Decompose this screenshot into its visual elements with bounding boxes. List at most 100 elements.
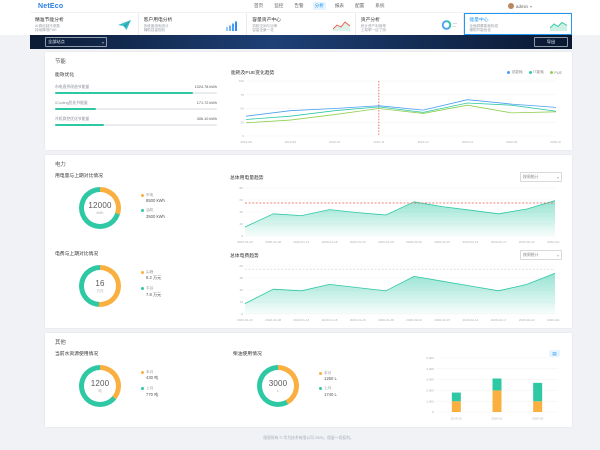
svg-text:2020-02-12: 2020-02-12	[463, 318, 479, 322]
donut-legend-item: 本月430 吨	[141, 370, 158, 382]
card-subtitle: 容量全景一览	[252, 28, 281, 32]
svg-text:2020-02-17: 2020-02-17	[491, 318, 507, 322]
svg-text:50: 50	[241, 107, 245, 111]
energy-optimization-panel: 能效优化 市电直供改造节能量1024.78 kWhiCooling优化节能量17…	[55, 69, 217, 145]
feature-cards: 精准节能分析AI调优制冷参数持续降低PUE客户用电分析多维度用电统计辅助容量规划…	[30, 12, 572, 35]
svg-text:3,000: 3,000	[426, 378, 434, 382]
energy-trend-chart: 02550751002019-082019-092019-102019-1120…	[231, 77, 562, 145]
power-usage-chart: 0204060802020-01-032020-01-082020-01-132…	[230, 183, 562, 245]
donut-value: 3000	[269, 379, 288, 388]
svg-text:60: 60	[240, 198, 244, 202]
donut-legend-item: 上月1740 L	[319, 386, 337, 397]
section-energy-title: 节能	[55, 57, 562, 65]
bar-value: 1024.78 kWh	[195, 85, 217, 90]
svg-text:2019-12: 2019-12	[417, 140, 429, 144]
nav-item-5[interactable]: 配置	[353, 2, 366, 10]
svg-text:2020-02: 2020-02	[532, 417, 544, 421]
user-avatar-icon	[508, 3, 514, 9]
mini-area-teal-icon	[550, 18, 567, 31]
legend-item[interactable]: 总能耗	[507, 70, 523, 75]
user-menu[interactable]: admin ▾	[508, 3, 532, 9]
nav-item-1[interactable]: 监控	[272, 2, 285, 10]
svg-text:2020-01-08: 2020-01-08	[265, 240, 281, 244]
legend-item[interactable]: IT能耗	[529, 70, 544, 75]
donut-legend: 本月430 吨上月770 吨	[141, 370, 158, 403]
nav-item-4[interactable]: 报表	[333, 2, 346, 10]
svg-text:2020-02-12: 2020-02-12	[463, 240, 479, 244]
site-select-value: 全部站点	[48, 39, 65, 45]
donut-legend: 市电8500 kWh油机3500 kWh	[141, 193, 165, 224]
svg-text:75: 75	[241, 93, 245, 97]
donut-value: 16	[95, 279, 104, 288]
mini-area-red-icon	[333, 18, 350, 31]
bar-chart-icon	[224, 18, 241, 31]
card-title: 容量资产中心	[252, 16, 281, 23]
bar-label: 市电直供改造节能量	[55, 85, 89, 90]
bar-value: 306.10 kWh	[197, 117, 217, 122]
username: admin	[516, 4, 528, 9]
feature-card-0[interactable]: 精准节能分析AI调优制冷参数持续降低PUE	[30, 13, 139, 35]
copyright: 版权所有 © 华为技术有限公司 2020。保留一切权利。	[45, 432, 572, 447]
donut-unit: 万元	[97, 288, 104, 293]
chevron-down-icon: ▾	[102, 40, 104, 45]
svg-text:2020-01-28: 2020-01-28	[378, 318, 394, 322]
legend-item[interactable]: PUE	[550, 71, 562, 75]
nav-item-6[interactable]: 系统	[373, 2, 386, 10]
power-usage-period-select[interactable]: 按周统计 ▾	[520, 172, 562, 182]
svg-text:2020-01: 2020-01	[462, 140, 474, 144]
svg-text:60: 60	[240, 264, 244, 268]
svg-text:40: 40	[240, 210, 244, 214]
svg-text:2020-01-03: 2020-01-03	[237, 240, 253, 244]
period-select-value: 按周统计	[523, 174, 539, 180]
svg-text:0: 0	[242, 134, 244, 138]
nav-item-0[interactable]: 首页	[252, 2, 265, 10]
chart-switch-icon[interactable]: ▤	[549, 350, 560, 357]
power-cost-period-select[interactable]: 按周统计 ▾	[520, 250, 562, 260]
svg-text:20: 20	[240, 222, 244, 226]
nav-item-2[interactable]: 告警	[292, 2, 305, 10]
svg-text:15: 15	[240, 300, 244, 304]
svg-text:2020-02-07: 2020-02-07	[434, 240, 450, 244]
power-usage-donut-title: 用电量与上期对比情况	[55, 172, 230, 179]
card-subtitle: 持续降低PUE	[35, 28, 64, 32]
donut-value: 1200	[91, 379, 110, 388]
feature-card-2[interactable]: 容量资产中心机柜空间与功率容量全景一览	[247, 13, 356, 35]
bar-label: 冷机群控优化节能量	[55, 117, 89, 122]
card-subtitle: 辅助节能优化	[469, 28, 498, 32]
period-select-value: 按周统计	[523, 252, 539, 258]
export-button[interactable]: 导出	[534, 37, 568, 47]
svg-text:2019-09: 2019-09	[285, 140, 297, 144]
power-cost-chart-panel: 总体电费趋势 按周统计 ▾ 0153045602020-01-032020-01…	[230, 250, 562, 323]
feature-card-1[interactable]: 客户用电分析多维度用电统计辅助容量规划	[139, 13, 248, 35]
svg-text:2019-08: 2019-08	[240, 140, 252, 144]
svg-text:2020-01-18: 2020-01-18	[322, 318, 338, 322]
card-title: 客户用电分析	[144, 16, 173, 23]
donut-legend-item: 油机3500 kWh	[141, 208, 165, 219]
donut-legend-item: 平谷7.8 万元	[141, 286, 161, 298]
feature-card-3[interactable]: 资产分析统计资产利用率上架率一目了然	[356, 13, 465, 35]
svg-text:2019-12: 2019-12	[451, 417, 463, 421]
svg-text:2020-01-08: 2020-01-08	[265, 318, 281, 322]
power-cost-donut-title: 电费与上期对比情况	[55, 250, 230, 257]
site-select[interactable]: 全部站点 ▾	[45, 37, 107, 47]
svg-text:2020-01-03: 2020-01-03	[237, 318, 253, 322]
diesel-usage-donut: 3000 L 本月1260 L上月1740 L	[233, 357, 411, 407]
donut-unit: L	[277, 389, 279, 393]
donut-value: 12000	[88, 201, 111, 210]
svg-text:2020-01-23: 2020-01-23	[350, 318, 366, 322]
nav-item-3[interactable]: 分析	[313, 2, 326, 10]
svg-text:0: 0	[241, 312, 243, 316]
section-energy: 节能 能效优化 市电直供改造节能量1024.78 kWhiCooling优化节能…	[45, 52, 572, 150]
feature-card-4[interactable]: 能量中心全面洞察能耗构成辅助节能优化	[464, 13, 572, 35]
svg-text:2020-02-27: 2020-02-27	[547, 318, 560, 322]
svg-text:30: 30	[240, 288, 244, 292]
svg-text:2020-02-02: 2020-02-02	[406, 240, 422, 244]
energy-saving-bars: 市电直供改造节能量1024.78 kWhiCooling优化节能量171.72 …	[55, 85, 217, 126]
power-usage-chart-panel: 总体用电量趋势 按周统计 ▾ 0204060802020-01-032020-0…	[230, 172, 562, 245]
svg-text:0: 0	[241, 234, 243, 238]
svg-text:25: 25	[241, 120, 245, 124]
energy-trend-legend: 总能耗 IT能耗 PUE	[507, 70, 562, 75]
energy-saving-bar-2: 冷机群控优化节能量 306.10 kWh	[55, 117, 217, 126]
main-nav: 首页监控告警分析报表配置系统	[252, 2, 386, 10]
svg-text:2020-02-17: 2020-02-17	[491, 240, 507, 244]
